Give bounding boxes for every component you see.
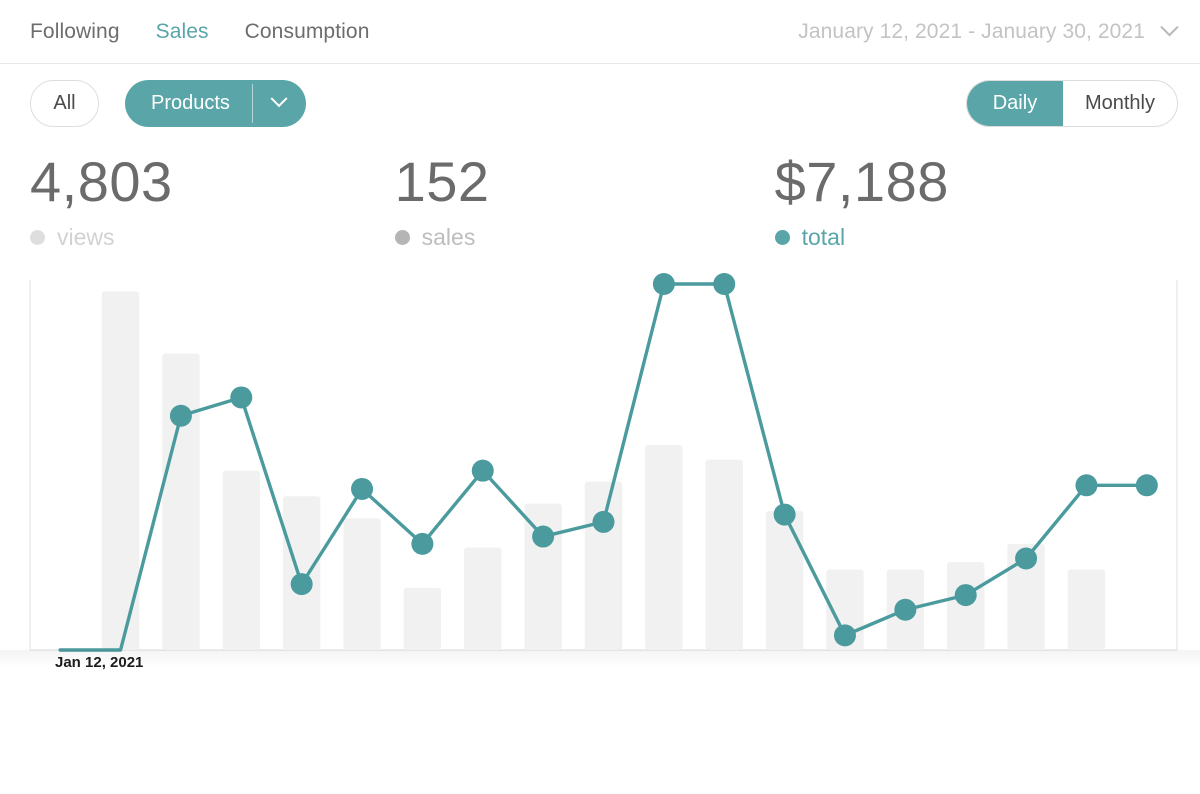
metric-sales: 152 sales [394,150,490,272]
metric-total-label: total [801,224,846,250]
nav-tabs: Following Sales Consumption [30,20,369,44]
metric-total-legend: total [774,224,949,251]
filter-bar: All Products Daily Monthly [0,64,1200,142]
chevron-down-icon [1160,18,1179,37]
chart-data-point [1075,474,1098,497]
filter-products-button[interactable]: Products [125,79,306,127]
metric-sales-label: sales [421,224,476,250]
sales-legend-dot-icon [394,230,410,245]
chart-data-point [954,584,977,607]
date-range-label: January 12, 2021 - January 30, 2021 [798,19,1145,43]
chart-data-point [592,510,615,533]
chart-x-axis-start-label: Jan 12, 2021 [55,654,144,671]
tab-consumption[interactable]: Consumption [245,20,370,44]
views-legend-dot-icon [30,230,45,245]
metric-views: 4,803 views [30,154,173,272]
date-range-selector[interactable]: January 12, 2021 - January 30, 2021 [798,18,1179,44]
granularity-toggle: Daily Monthly [965,79,1178,127]
chart-data-point [894,598,917,621]
metric-views-legend: views [30,224,173,251]
metric-sales-legend: sales [394,224,490,251]
sales-chart: Jan 12, 2021 [0,272,1200,672]
chart-data-point [773,503,796,526]
chart-data-point [1015,547,1038,570]
tab-following[interactable]: Following [30,20,120,44]
chevron-down-icon [270,90,288,108]
metric-views-label: views [57,224,115,250]
filter-products-dropdown-toggle[interactable] [253,80,306,127]
chart-data-point [411,532,434,555]
chart-data-point [230,386,253,409]
chart-data-point [169,404,192,427]
tab-sales[interactable]: Sales [156,20,209,44]
chart-data-point [652,273,675,295]
metric-total-value: $7,188 [774,150,949,213]
total-legend-dot-icon [774,230,790,245]
chart-data-point [713,273,736,295]
metrics-summary: 4,803 views 152 sales $7,188 total [0,142,1200,272]
chart-data-point [532,525,555,548]
metric-sales-value: 152 [394,150,490,213]
chart-data-point [351,477,374,500]
chart-data-point [290,573,313,596]
granularity-monthly-option[interactable]: Monthly [1063,81,1177,126]
chart-data-point [471,459,494,482]
granularity-daily-option[interactable]: Daily [966,80,1063,126]
chart-data-point [1135,474,1158,497]
metric-views-value: 4,803 [30,150,173,213]
sales-chart-canvas[interactable] [0,272,1200,672]
chart-data-point [833,624,856,647]
metric-total: $7,188 total [774,150,949,272]
top-navigation-bar: Following Sales Consumption January 12, … [0,0,1200,64]
filter-all-button[interactable]: All [30,79,99,127]
filter-products-label: Products [151,91,230,114]
